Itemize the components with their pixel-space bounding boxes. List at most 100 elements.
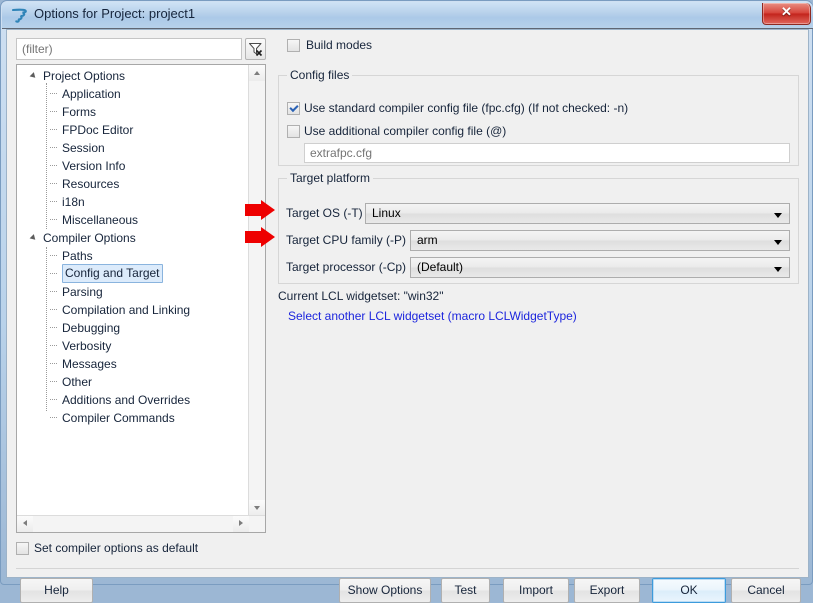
tree-item-application[interactable]: Application: [17, 85, 249, 103]
cancel-button[interactable]: Cancel: [731, 578, 801, 603]
tree-item-label: Compiler Options: [43, 231, 136, 245]
tree-item-label: i18n: [62, 195, 85, 209]
tree-item-config-and-target[interactable]: Config and Target: [17, 264, 249, 283]
build-modes-checkbox[interactable]: [287, 39, 300, 52]
tree-guide-dash: [50, 255, 57, 257]
tree-item-i18n[interactable]: i18n: [17, 193, 249, 211]
tree-item-label: Other: [62, 375, 93, 389]
tree-item-paths[interactable]: Paths: [17, 247, 249, 265]
scroll-up-button[interactable]: [249, 65, 265, 81]
tree-item-label: Messages: [62, 357, 117, 371]
target-processor-combobox[interactable]: (Default): [410, 257, 790, 278]
ok-button[interactable]: OK: [652, 578, 726, 603]
tree-item-forms[interactable]: Forms: [17, 103, 249, 121]
select-widgetset-link[interactable]: Select another LCL widgetset (macro LCLW…: [288, 309, 577, 323]
tree-guide-dash: [50, 165, 57, 167]
show-options-button[interactable]: Show Options: [339, 578, 431, 603]
close-button[interactable]: ✕: [762, 3, 811, 25]
tree-item-fpdoc-editor[interactable]: FPDoc Editor: [17, 121, 249, 139]
tree-guide-dash: [50, 273, 57, 275]
tree-item-parsing[interactable]: Parsing: [17, 283, 249, 301]
options-dialog-window: Options for Project: project1 ✕ Project …: [0, 0, 813, 603]
arrow-target-cpu-icon: [244, 226, 276, 248]
scroll-down-button[interactable]: [249, 500, 265, 516]
tree-guide-dash: [50, 93, 57, 95]
tree-guide-dash: [50, 417, 57, 419]
tree-item-label: Verbosity: [62, 339, 112, 353]
tree-item-additions-and-overrides[interactable]: Additions and Overrides: [17, 391, 249, 409]
tree-item-other[interactable]: Other: [17, 373, 249, 391]
tree-item-compilation-and-linking[interactable]: Compilation and Linking: [17, 301, 249, 319]
tree-guide-dash: [50, 219, 57, 221]
target-cpu-combobox[interactable]: arm: [410, 230, 790, 251]
dialog-client-area: Project Options Application Forms FPDoc Edi…: [6, 29, 809, 603]
set-default-label: Set compiler options as default: [34, 541, 199, 555]
options-tree[interactable]: Project Options Application Forms FPDoc Edi…: [16, 64, 266, 533]
config-files-group-title: Config files: [287, 68, 353, 82]
tree-item-label: Forms: [62, 105, 96, 119]
set-default-checkbox[interactable]: [16, 542, 29, 555]
test-button[interactable]: Test: [441, 578, 490, 603]
target-cpu-value: arm: [417, 233, 438, 247]
scroll-right-button[interactable]: [233, 516, 249, 532]
tree-item-compiler-commands[interactable]: Compiler Commands: [17, 409, 249, 427]
tree-item-project-options[interactable]: Project Options: [17, 67, 249, 85]
close-icon: ✕: [781, 4, 792, 19]
target-os-value: Linux: [372, 206, 401, 220]
scrollbar-corner: [249, 516, 265, 532]
tree-guide-dash: [50, 291, 57, 293]
additional-config-path-input[interactable]: [304, 143, 790, 163]
tree-guide-dash: [50, 111, 57, 113]
target-platform-group-title: Target platform: [287, 171, 374, 185]
tree-guide-dash: [50, 363, 57, 365]
expand-arrow-icon[interactable]: [29, 234, 38, 242]
tree-guide-dash: [50, 183, 57, 185]
filter-clear-icon: [249, 43, 263, 57]
tree-item-label: Project Options: [43, 69, 126, 83]
tree-item-messages[interactable]: Messages: [17, 355, 249, 373]
tree-horizontal-scrollbar[interactable]: [17, 515, 265, 532]
target-cpu-label: Target CPU family (-P): [286, 233, 407, 247]
tree-item-debugging[interactable]: Debugging: [17, 319, 249, 337]
scroll-left-button[interactable]: [17, 516, 33, 532]
tree-guide-dash: [50, 129, 57, 131]
tree-item-resources[interactable]: Resources: [17, 175, 249, 193]
tree-guide-dash: [50, 327, 57, 329]
tree-item-label: Compilation and Linking: [62, 303, 191, 317]
current-widgetset-label: Current LCL widgetset: "win32": [278, 289, 444, 303]
use-standard-config-checkbox[interactable]: [287, 102, 300, 115]
chevron-down-icon: [774, 267, 782, 272]
chevron-left-icon: [23, 520, 27, 526]
filter-clear-button[interactable]: [245, 38, 266, 60]
tree-item-compiler-options[interactable]: Compiler Options: [17, 229, 249, 247]
help-button[interactable]: Help: [20, 578, 93, 603]
tree-item-verbosity[interactable]: Verbosity: [17, 337, 249, 355]
use-additional-config-checkbox[interactable]: [287, 125, 300, 138]
target-os-combobox[interactable]: Linux: [365, 203, 790, 224]
tree-item-label: Additions and Overrides: [62, 393, 191, 407]
chevron-down-icon: [254, 506, 260, 510]
chevron-down-icon: [774, 213, 782, 218]
tree-item-list: Project Options Application Forms FPDoc Edi…: [17, 67, 249, 427]
tree-item-label: Compiler Commands: [62, 411, 175, 425]
tree-item-label: Version Info: [62, 159, 126, 173]
tree-guide-dash: [50, 201, 57, 203]
arrow-target-os-icon: [244, 199, 276, 221]
tree-item-miscellaneous[interactable]: Miscellaneous: [17, 211, 249, 229]
chevron-down-icon: [774, 240, 782, 245]
tree-vertical-scrollbar[interactable]: [248, 65, 265, 516]
use-additional-config-label: Use additional compiler config file (@): [304, 124, 507, 138]
tree-guide-dash: [50, 309, 57, 311]
tree-item-version-info[interactable]: Version Info: [17, 157, 249, 175]
import-button[interactable]: Import: [503, 578, 569, 603]
tree-item-session[interactable]: Session: [17, 139, 249, 157]
export-button[interactable]: Export: [574, 578, 640, 603]
title-bar: Options for Project: project1 ✕: [2, 2, 813, 29]
expand-arrow-icon[interactable]: [29, 72, 38, 80]
tree-item-label: Resources: [62, 177, 120, 191]
lazarus-icon: [11, 7, 28, 24]
filter-input[interactable]: [16, 38, 242, 60]
use-standard-config-label: Use standard compiler config file (fpc.c…: [304, 101, 629, 115]
footer-separator: [16, 568, 799, 569]
tree-item-label: Debugging: [62, 321, 121, 335]
